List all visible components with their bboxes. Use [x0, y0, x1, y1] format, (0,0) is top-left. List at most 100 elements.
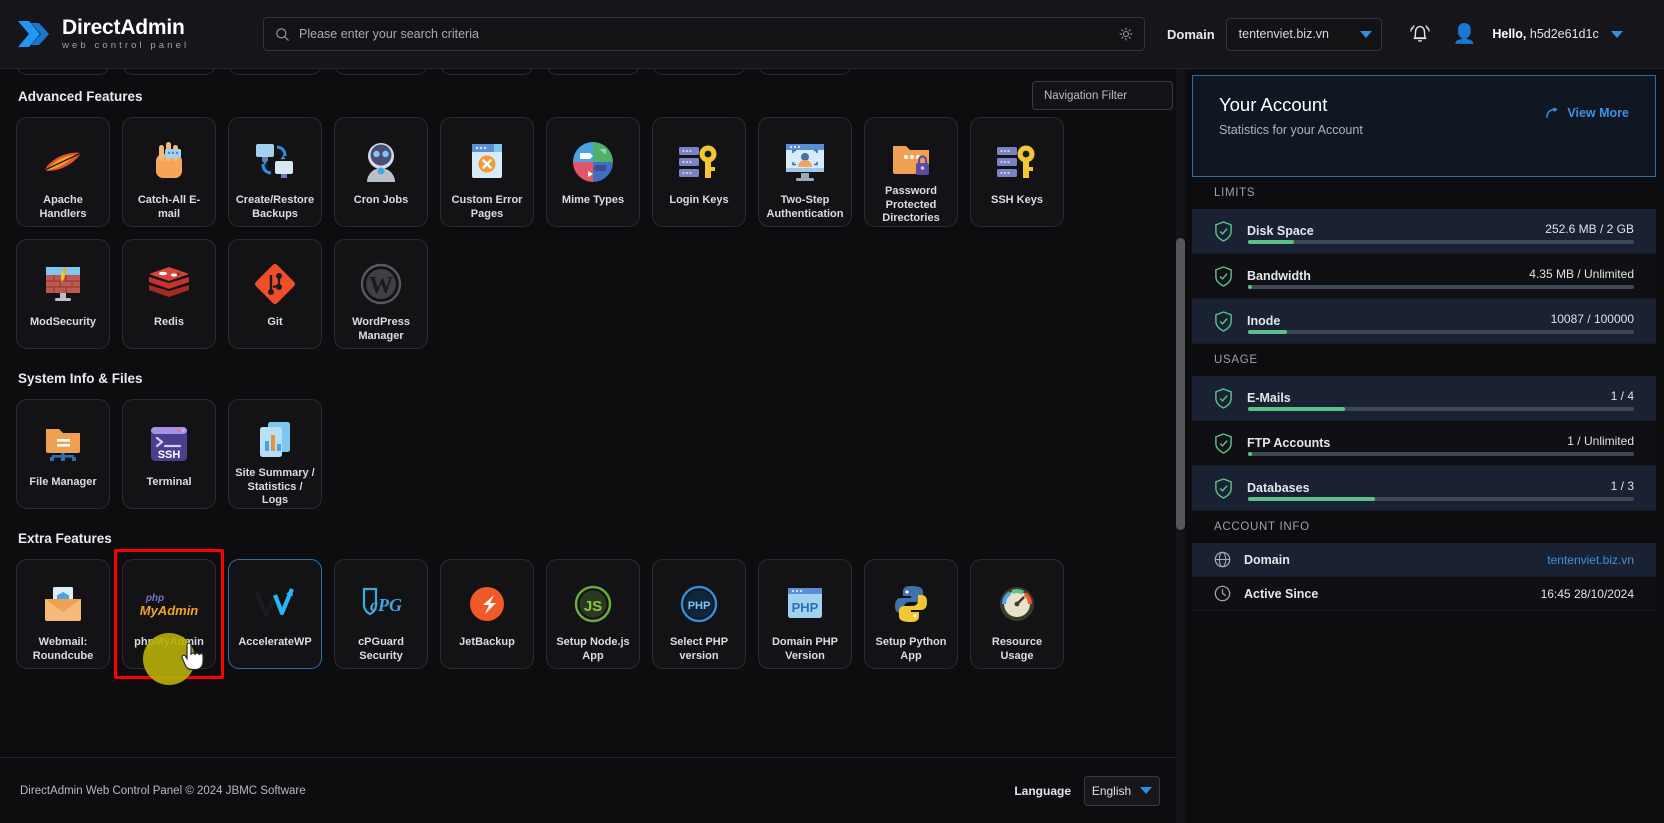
folder-network-icon [42, 418, 84, 470]
stat-label: FTP Accounts [1247, 436, 1331, 450]
tile-ssh-keys[interactable]: SSH Keys [970, 117, 1064, 227]
domain-selector-value: tentenviet.biz.vn [1238, 27, 1330, 41]
app-footer: DirectAdmin Web Control Panel © 2024 JBM… [0, 757, 1180, 823]
tile-label: Create/Restore Backups [235, 194, 315, 220]
account-card-subtitle: Statistics for your Account [1219, 123, 1363, 137]
tile-label: ModSecurity [29, 316, 96, 328]
tile-wrap-phpmyadmin: php MyAdmin phpMyAdmin [114, 549, 224, 685]
tile-acceleratewp[interactable]: AccelerateWP [228, 559, 322, 669]
tile-grid-system-info-files: File Manager SSH Terminal Site Summary /… [16, 399, 1164, 509]
user-menu[interactable]: Hello, h5d2e61d1c [1492, 27, 1624, 41]
firewall-icon [42, 258, 84, 310]
stat-row-disk-space: Disk Space 252.6 MB / 2 GB [1192, 209, 1656, 254]
tile-git[interactable]: Git [228, 239, 322, 349]
tile-site-summary-statistics-logs[interactable]: Site Summary / Statistics / Logs [228, 399, 322, 509]
tile-modsecurity[interactable]: ModSecurity [16, 239, 110, 349]
progress-track [1248, 497, 1634, 501]
language-label: Language [1014, 783, 1071, 798]
mime-pie-icon [572, 136, 614, 188]
tile-terminal[interactable]: SSH Terminal [122, 399, 216, 509]
tile-cron-jobs[interactable]: Cron Jobs [334, 117, 428, 227]
username-label: h5d2e61d1c [1529, 27, 1599, 41]
user-avatar[interactable]: 👤 [1453, 25, 1477, 44]
stat-row-databases: Databases 1 / 3 [1192, 466, 1656, 511]
account-summary-card: Your Account Statistics for your Account… [1192, 75, 1656, 177]
tile-webmail-roundcube[interactable]: Webmail: Roundcube [16, 559, 110, 669]
navigation-filter-input[interactable]: Navigation Filter [1032, 81, 1173, 110]
tile-label: Webmail: Roundcube [32, 636, 94, 662]
chevron-down-icon [1359, 30, 1372, 38]
tile-wordpress-manager[interactable]: W WordPress Manager [334, 239, 428, 349]
shield-check-icon [1215, 220, 1232, 242]
tile-create-restore-backups[interactable]: Create/Restore Backups [228, 117, 322, 227]
copyright-text: DirectAdmin Web Control Panel © 2024 JBM… [20, 784, 306, 797]
brand-logo[interactable]: DirectAdmin web control panel [16, 17, 231, 51]
tile-mime-types[interactable]: Mime Types [546, 117, 640, 227]
group-heading-limits: LIMITS [1192, 177, 1656, 209]
stat-value: 1 / 4 [1610, 389, 1634, 403]
language-select[interactable]: English [1084, 775, 1160, 806]
stat-label: Bandwidth [1247, 269, 1311, 283]
svg-text:JS: JS [584, 598, 602, 615]
tile-setup-nodejs-app[interactable]: JS Setup Node.js App [546, 559, 640, 669]
server-key-icon [677, 136, 721, 188]
shield-check-icon [1215, 310, 1232, 332]
domain-selector[interactable]: tentenviet.biz.vn [1225, 17, 1382, 51]
tile-label: Mime Types [561, 194, 625, 206]
info-value-domain-link[interactable]: tentenviet.biz.vn [1547, 553, 1634, 567]
tile-label: Custom Error Pages [451, 194, 523, 220]
tile-two-step-authentication[interactable]: Two-Step Authentication [758, 117, 852, 227]
folder-lock-icon [890, 136, 932, 179]
logo-subtitle: web control panel [62, 40, 190, 52]
stat-row-ftp-accounts: FTP Accounts 1 / Unlimited [1192, 421, 1656, 466]
tile-label: WordPress Manager [352, 316, 410, 342]
shield-check-icon [1215, 477, 1232, 499]
tile-jetbackup[interactable]: JetBackup [440, 559, 534, 669]
progress-track [1248, 285, 1634, 289]
tile-catch-all-email[interactable]: Catch-All E-mail [122, 117, 216, 227]
greeting-prefix: Hello, [1492, 27, 1527, 41]
tile-label: Domain PHP Version [771, 636, 838, 662]
mouse-cursor-pointer-icon [181, 643, 204, 671]
server-key-icon [995, 136, 1039, 188]
view-more-link[interactable]: View More [1545, 106, 1629, 120]
search-input[interactable] [299, 27, 1118, 41]
tile-setup-python-app[interactable]: Setup Python App [864, 559, 958, 669]
tile-select-php-version[interactable]: PHP Select PHP version [652, 559, 746, 669]
tile-label: Resource Usage [991, 636, 1043, 662]
tile-domain-php-version[interactable]: PHP Domain PHP Version [758, 559, 852, 669]
tile-cpguard-security[interactable]: cPG cPGuard Security [334, 559, 428, 669]
scrolled-tiles-cutoff [16, 69, 1164, 75]
tile-login-keys[interactable]: Login Keys [652, 117, 746, 227]
tile-redis[interactable]: Redis [122, 239, 216, 349]
tile-partial [546, 69, 640, 75]
tile-grid-extra-features: Webmail: Roundcube php MyAdmin phpMyAdmi… [16, 549, 1164, 685]
tile-resource-usage[interactable]: Resource Usage [970, 559, 1064, 669]
tile-partial [228, 69, 322, 75]
backup-sync-icon [253, 136, 297, 188]
tile-apache-handlers[interactable]: Apache Handlers [16, 117, 110, 227]
jetbackup-icon [467, 578, 507, 630]
cpguard-icon: cPG [358, 578, 404, 630]
php-circle-icon: PHP [679, 578, 719, 630]
tile-label: File Manager [29, 476, 97, 488]
tile-file-manager[interactable]: File Manager [16, 399, 110, 509]
error-page-icon [467, 136, 507, 188]
app-header: DirectAdmin web control panel Domain ten… [0, 0, 1664, 69]
info-row-domain: Domain tentenviet.biz.vn [1192, 543, 1656, 577]
stat-value: 252.6 MB / 2 GB [1545, 222, 1634, 236]
svg-text:PHP: PHP [688, 600, 711, 612]
tile-partial [122, 69, 216, 75]
progress-fill [1248, 330, 1287, 334]
tile-password-protected-directories[interactable]: Password Protected Directories [864, 117, 958, 227]
tile-label: Terminal [146, 476, 192, 488]
search-settings-gear-icon[interactable] [1118, 26, 1134, 42]
notifications-bell-icon[interactable] [1407, 22, 1433, 46]
group-heading-usage: USAGE [1192, 344, 1656, 376]
progress-fill [1248, 497, 1376, 501]
stat-label: Inode [1247, 314, 1281, 328]
main-scrollbar-thumb[interactable] [1176, 238, 1185, 530]
stat-label: E-Mails [1247, 391, 1291, 405]
search-box[interactable] [263, 17, 1145, 51]
tile-custom-error-pages[interactable]: Custom Error Pages [440, 117, 534, 227]
